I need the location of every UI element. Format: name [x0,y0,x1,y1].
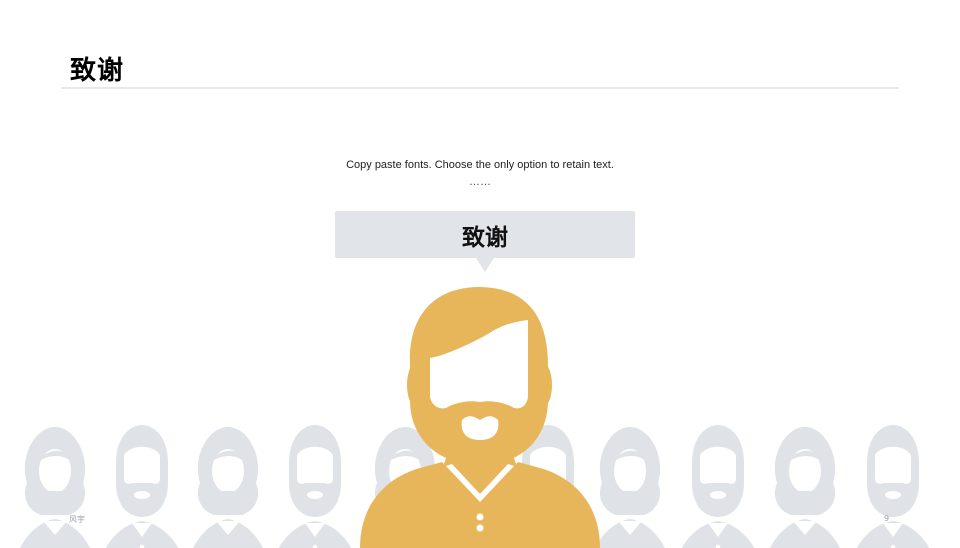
shirt-button [476,524,484,532]
person-silhouette-icon [588,427,672,548]
crowd-illustration [13,287,937,548]
person-silhouette-icon [98,425,186,548]
person-silhouette-icon [849,425,937,548]
shirt-button [476,513,484,521]
person-silhouette-icon [186,427,270,548]
person-silhouette-icon [763,427,847,548]
speech-bubble-tail [476,258,494,272]
footer-label: 风宇 [69,515,85,524]
person-silhouette-icon [271,425,359,548]
speech-bubble-text: 致谢 [462,224,508,251]
speech-bubble: 致谢 [335,211,635,258]
page-number: 9 [884,514,890,523]
person-silhouette-icon [13,427,97,548]
person-silhouette-icon [674,425,762,548]
bearded-man-icon [360,287,600,548]
